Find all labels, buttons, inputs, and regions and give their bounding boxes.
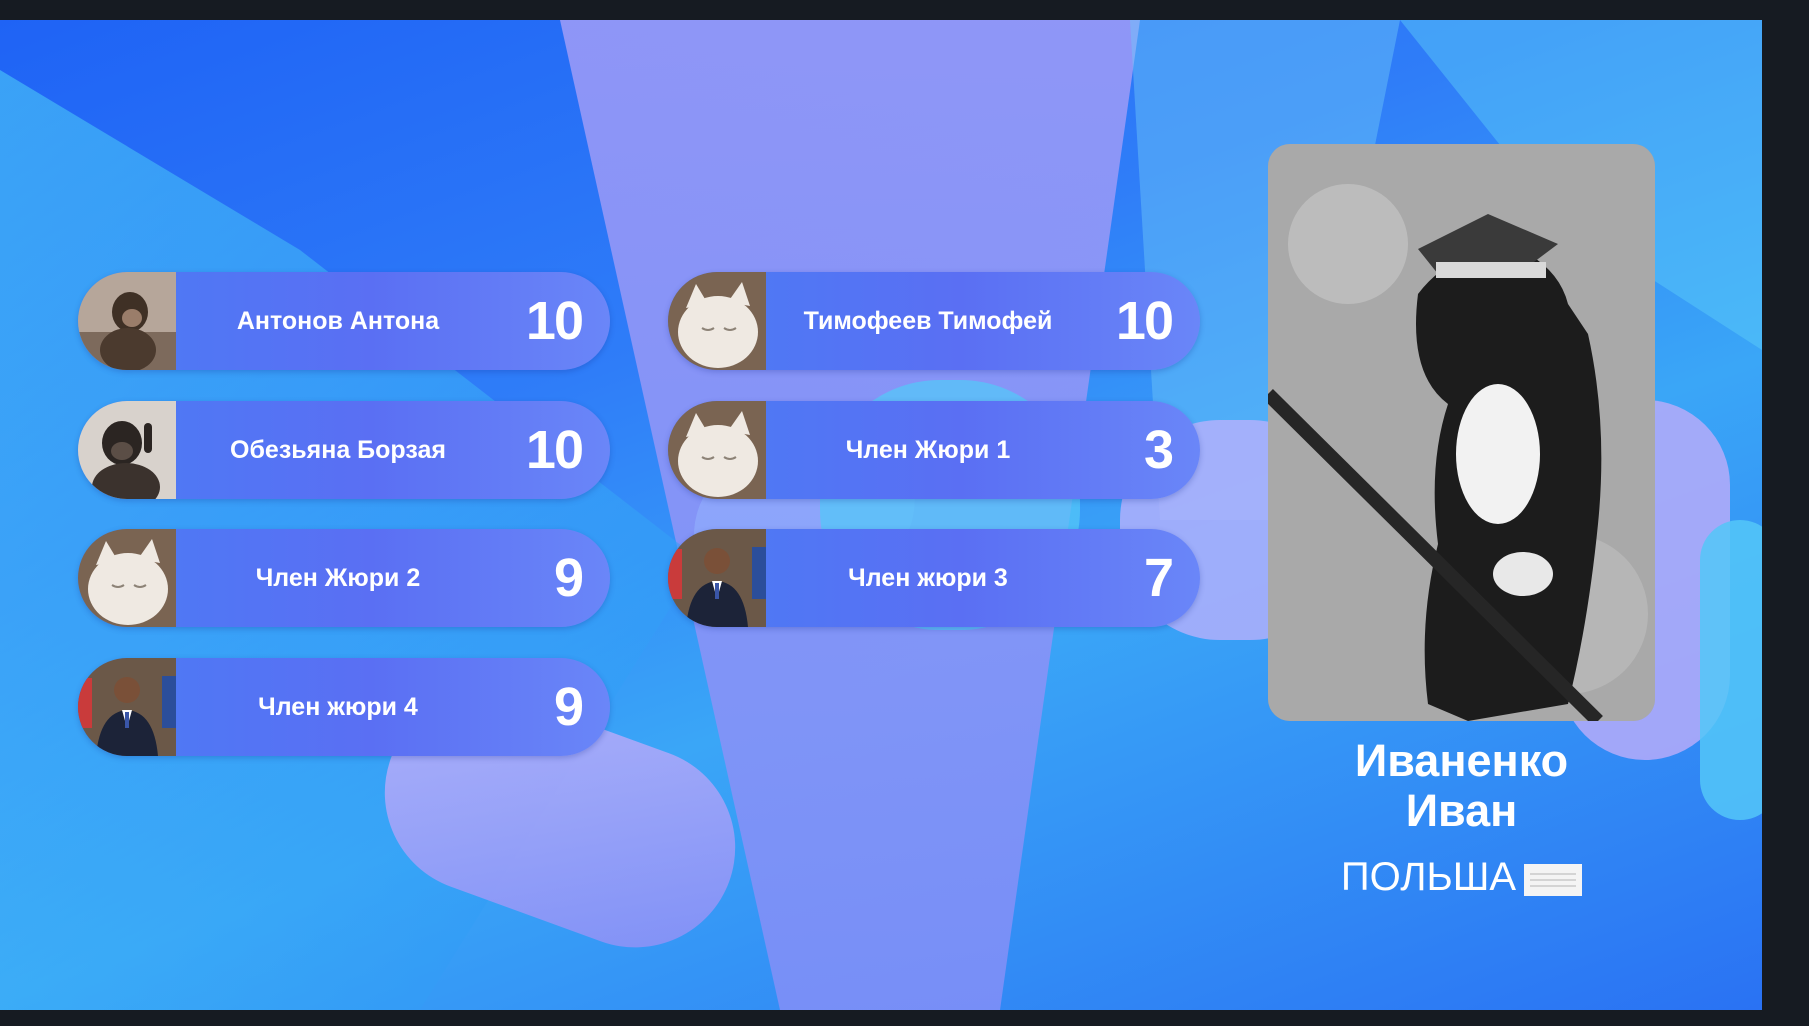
person-icon bbox=[668, 529, 766, 627]
cat-icon bbox=[668, 272, 766, 370]
contestant-name: Иваненко Иван bbox=[1268, 736, 1655, 836]
chimp-icon bbox=[78, 272, 176, 370]
jury-name: Член жюри 4 bbox=[258, 693, 418, 721]
jury-score: 10 bbox=[525, 291, 584, 351]
jury-row: Член жюри 3 7 bbox=[668, 529, 1200, 627]
gorilla-icon bbox=[78, 401, 176, 499]
person-icon bbox=[78, 658, 176, 756]
cat-soldier-photo bbox=[1268, 144, 1655, 721]
jury-name: Тимофеев Тимофей bbox=[803, 307, 1053, 335]
contestant-country: ПОЛЬША bbox=[1268, 854, 1655, 900]
jury-row: Член Жюри 1 3 bbox=[668, 401, 1200, 499]
window-top-bar bbox=[0, 0, 1809, 20]
results-screen: Антонов Антона 10 Обезьяна Борзая 10 Чле… bbox=[0, 20, 1762, 1010]
flag-icon bbox=[1524, 860, 1583, 897]
jury-row: Антонов Антона 10 bbox=[78, 272, 610, 370]
jury-score: 9 bbox=[553, 548, 584, 608]
country-name: ПОЛЬША bbox=[1340, 855, 1517, 899]
jury-name: Член Жюри 1 bbox=[845, 436, 1011, 464]
jury-score: 3 bbox=[1143, 420, 1174, 480]
window-bottom-bar bbox=[0, 1010, 1809, 1026]
jury-score: 9 bbox=[553, 677, 584, 737]
jury-row: Тимофеев Тимофей 10 bbox=[668, 272, 1200, 370]
jury-row: Член Жюри 2 9 bbox=[78, 529, 610, 627]
contestant-firstname: Иван bbox=[1405, 785, 1518, 836]
contestant-surname: Иваненко bbox=[1354, 735, 1569, 786]
window-right-bar bbox=[1762, 0, 1809, 1026]
jury-name: Обезьяна Борзая bbox=[230, 436, 446, 464]
jury-score: 10 bbox=[1115, 291, 1174, 351]
jury-name: Член Жюри 2 bbox=[255, 564, 421, 592]
cat-icon bbox=[78, 529, 176, 627]
jury-name: Антонов Антона bbox=[236, 307, 440, 335]
jury-name: Член жюри 3 bbox=[848, 564, 1008, 592]
jury-score: 7 bbox=[1143, 548, 1174, 608]
jury-row: Член жюри 4 9 bbox=[78, 658, 610, 756]
cat-icon bbox=[668, 401, 766, 499]
jury-row: Обезьяна Борзая 10 bbox=[78, 401, 610, 499]
jury-score: 10 bbox=[525, 420, 584, 480]
